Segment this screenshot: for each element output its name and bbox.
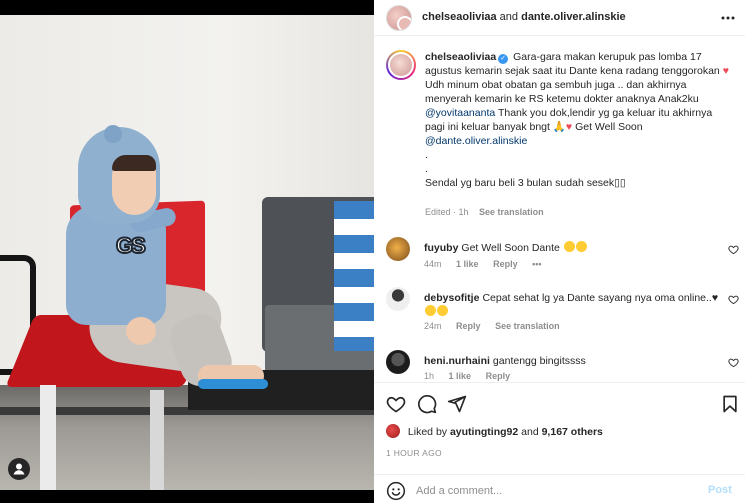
- like-comment-heart-icon[interactable]: [728, 244, 739, 255]
- caption-dot: .: [425, 163, 428, 175]
- caption-text: Get Well Soon: [575, 121, 643, 133]
- caption-username[interactable]: chelseaoliviaa: [425, 51, 496, 63]
- likes-summary[interactable]: Liked by ayutingting92 and 9,167 others: [386, 424, 603, 442]
- save-bookmark-icon[interactable]: [720, 394, 740, 414]
- comment-body: debysofitje Cepat sehat lg ya Dante sayan…: [424, 291, 724, 319]
- comment-options-button[interactable]: •••: [532, 259, 541, 269]
- coauthor-username[interactable]: dante.oliver.alinskie: [521, 11, 626, 23]
- avatar[interactable]: [386, 350, 410, 374]
- share-paper-plane-icon[interactable]: [447, 394, 467, 414]
- caption-text: Udh minum obat obatan ga sembuh juga .. …: [425, 79, 699, 105]
- comment-text: gantengg bingitssss: [492, 355, 586, 367]
- reply-button[interactable]: Reply: [456, 321, 481, 331]
- post-authors: chelseaoliviaa and dante.oliver.alinskie: [422, 11, 626, 23]
- comment-bubble-icon[interactable]: [417, 394, 437, 414]
- smiling-emoji-icon: [563, 241, 575, 252]
- comment-input[interactable]: [416, 483, 676, 499]
- comment-time: 24m: [424, 321, 442, 331]
- avatar[interactable]: [386, 287, 410, 311]
- comment-body: fuyuby Get Well Soon Dante: [424, 241, 724, 255]
- reply-button[interactable]: Reply: [493, 259, 518, 269]
- photo-striped-towel: [334, 201, 374, 351]
- like-comment-heart-icon[interactable]: [728, 294, 739, 305]
- mention-link[interactable]: @dante.oliver.alinskie: [425, 135, 527, 147]
- likes-joiner: and: [521, 426, 539, 438]
- heart-emoji-icon: ♥: [722, 65, 729, 77]
- post-timestamp[interactable]: 1 HOUR AGO: [386, 448, 442, 458]
- photo-child-hand: [126, 317, 156, 345]
- smiling-emoji-icon: [425, 305, 436, 316]
- verified-badge-icon: ✓: [498, 54, 509, 64]
- comment-time: 44m: [424, 259, 442, 269]
- photo-chair-leg: [150, 390, 164, 490]
- emoji-placeholder-icon: ▯▯: [614, 177, 626, 189]
- add-comment-bar: Post: [374, 474, 745, 503]
- reply-button[interactable]: Reply: [486, 371, 511, 381]
- pray-emoji-icon: 🙏: [552, 121, 566, 133]
- avatar[interactable]: [386, 237, 410, 261]
- tagged-users-button[interactable]: [8, 458, 30, 480]
- more-horizontal-icon: [721, 16, 735, 20]
- emoji-smiley-icon[interactable]: [386, 481, 406, 501]
- see-translation-button[interactable]: See translation: [495, 321, 560, 331]
- likes-count[interactable]: 9,167 others: [542, 426, 603, 438]
- more-options-button[interactable]: [718, 8, 738, 28]
- comment-username[interactable]: heni.nurhaini: [424, 355, 490, 367]
- comment-meta: 44m 1 like Reply •••: [424, 259, 554, 269]
- comments-list[interactable]: chelseaoliviaa ✓ Gara-gara makan kerupuk …: [374, 36, 745, 382]
- comment-meta: 1h 1 like Reply: [424, 371, 522, 381]
- caption: chelseaoliviaa ✓ Gara-gara makan kerupuk …: [425, 50, 730, 190]
- author-username[interactable]: chelseaoliviaa: [422, 11, 497, 23]
- avatar[interactable]: [386, 5, 412, 31]
- post-side-panel: chelseaoliviaa and dante.oliver.alinskie…: [374, 0, 745, 503]
- caption-edited-time: Edited · 1h: [425, 207, 469, 217]
- like-heart-icon[interactable]: [386, 394, 406, 414]
- smiling-emoji-icon: [575, 241, 587, 252]
- user-icon: [13, 463, 25, 475]
- comment-likes-button[interactable]: 1 like: [449, 371, 472, 381]
- comment-username[interactable]: fuyuby: [424, 242, 458, 254]
- see-translation-button[interactable]: See translation: [479, 207, 544, 217]
- caption-dot: .: [425, 149, 428, 161]
- author-joiner: and: [499, 11, 519, 23]
- photo-hoodie-print: GS: [115, 232, 147, 259]
- comment-username[interactable]: debysofitje: [424, 292, 479, 304]
- photo-child-hair: [112, 155, 156, 171]
- caption-text: Sendal yg baru beli 3 bulan sudah sesek: [425, 177, 615, 189]
- liker-username[interactable]: ayutingting92: [450, 426, 518, 438]
- black-heart-emoji-icon: ♥: [711, 292, 719, 304]
- comment-time: 1h: [424, 371, 435, 381]
- comment-item: debysofitje Cepat sehat lg ya Dante sayan…: [374, 287, 745, 347]
- comment-body: heni.nurhaini gantengg bingitssss: [424, 354, 724, 368]
- photo-sandal: [198, 379, 268, 389]
- post-actions: [374, 382, 745, 420]
- post-photo[interactable]: GS: [0, 15, 374, 490]
- post-header: chelseaoliviaa and dante.oliver.alinskie: [374, 0, 745, 36]
- mention-link[interactable]: @yovitaananta: [425, 107, 495, 119]
- avatar: [386, 424, 400, 438]
- post-modal: GS chelseaoliviaa and dante.oliver.alins…: [0, 0, 745, 503]
- like-comment-heart-icon[interactable]: [728, 357, 739, 368]
- likes-prefix: Liked by: [407, 426, 448, 438]
- photo-hood-ear: [104, 125, 122, 143]
- comment-text: Get Well Soon Dante: [461, 242, 560, 254]
- comment-likes-button[interactable]: 1 like: [456, 259, 479, 269]
- heart-emoji-icon: ♥: [565, 121, 573, 133]
- comment-text: Cepat sehat lg ya Dante sayang nya oma o…: [482, 292, 712, 304]
- photo-chair-leg: [40, 385, 56, 490]
- caption-avatar[interactable]: [386, 50, 416, 80]
- smiling-emoji-icon: [437, 305, 448, 316]
- comment-item: heni.nurhaini gantengg bingitssss 1h 1 li…: [374, 350, 745, 382]
- comment-meta: 24m Reply See translation: [424, 321, 572, 331]
- post-comment-button[interactable]: Post: [708, 484, 732, 496]
- caption-meta: Edited · 1h See translation: [425, 207, 544, 217]
